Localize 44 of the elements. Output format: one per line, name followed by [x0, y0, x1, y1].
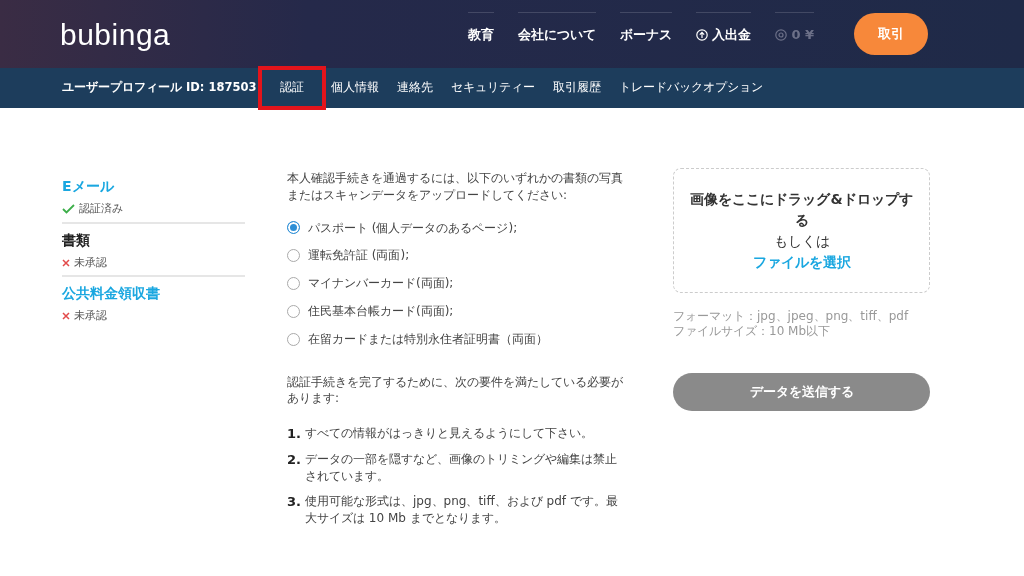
option-label: パスポート (個人データのあるページ);	[308, 219, 518, 237]
nav-link[interactable]: 教育	[468, 11, 495, 57]
requirements-text: 認証手続きを完了するために、次の要件を満たしている必要があります:	[287, 373, 624, 408]
tab[interactable]: トレードバックオプション	[610, 74, 773, 102]
requirement-text: 使用可能な形式は、jpg、png、tiff、および pdf です。最大サイズは 10 Mb までとなります。	[305, 492, 619, 527]
tab[interactable]: 取引履歴	[544, 74, 611, 102]
radio-button[interactable]	[287, 221, 300, 235]
list-number: 3.	[287, 492, 302, 511]
nav-link[interactable]: ボーナス	[620, 11, 673, 57]
list-number: 1.	[287, 425, 302, 444]
option-label: 住民基本台帳カード(両面);	[308, 303, 454, 320]
list-number: 2.	[287, 451, 302, 470]
cross-icon	[62, 258, 70, 267]
document-option[interactable]: パスポート (個人データのあるページ);	[287, 219, 627, 237]
option-label: 在留カードまたは特別永住者証明書（両面）	[308, 330, 548, 348]
status-text: 未承認	[74, 254, 107, 271]
tab[interactable]: 連絡先	[388, 74, 443, 102]
check-icon	[62, 204, 75, 215]
requirement-text: すべての情報がはっきりと見えるようにして下さい。	[305, 425, 593, 443]
cross-icon	[62, 312, 70, 321]
balance-text: 0 ¥	[791, 25, 814, 44]
document-option[interactable]: 運転免許証 (両面);	[287, 247, 627, 265]
status-text: 未承認	[74, 308, 107, 324]
document-option[interactable]: 住民基本台帳カード(両面);	[287, 303, 627, 320]
instruction-text: 本人確認手続きを通過するには、以下のいずれかの書類の写真またはスキャンデータをアップロードしてください:	[287, 170, 624, 204]
format-text: フォーマット：jpg、jpeg、png、tiff、pdf	[673, 309, 910, 324]
document-option[interactable]: マイナンバーカード(両面);	[287, 275, 627, 292]
drop-zone[interactable]: 画像をここにドラッグ&ドロップする もしくは ファイルを選択	[673, 168, 930, 293]
status-text: 認証済み	[79, 201, 123, 217]
document-option[interactable]: 在留カードまたは特別永住者証明書（両面）	[287, 330, 627, 348]
profile-id: ユーザープロフィール ID: 187503	[62, 79, 257, 97]
tab[interactable]: 個人情報	[322, 74, 389, 102]
drop-text: 画像をここにドラッグ&ドロップする	[690, 189, 913, 230]
option-label: 運転免許証 (両面);	[308, 247, 410, 265]
tab[interactable]: セキュリティー	[442, 74, 545, 102]
upload-icon	[696, 28, 709, 41]
option-label: マイナンバーカード(両面);	[308, 275, 454, 292]
nav-link[interactable]: 会社について	[518, 11, 597, 57]
deposit-link[interactable]: 入出金	[712, 24, 752, 45]
logo[interactable]: bubinga	[60, 11, 171, 57]
size-text: ファイルサイズ：10 Mb以下	[673, 324, 832, 339]
requirement-text: データの一部を隠すなど、画像のトリミングや編集は禁止されています。	[305, 451, 618, 485]
or-text: もしくは	[773, 231, 830, 251]
section-title[interactable]: 書類	[62, 229, 245, 251]
